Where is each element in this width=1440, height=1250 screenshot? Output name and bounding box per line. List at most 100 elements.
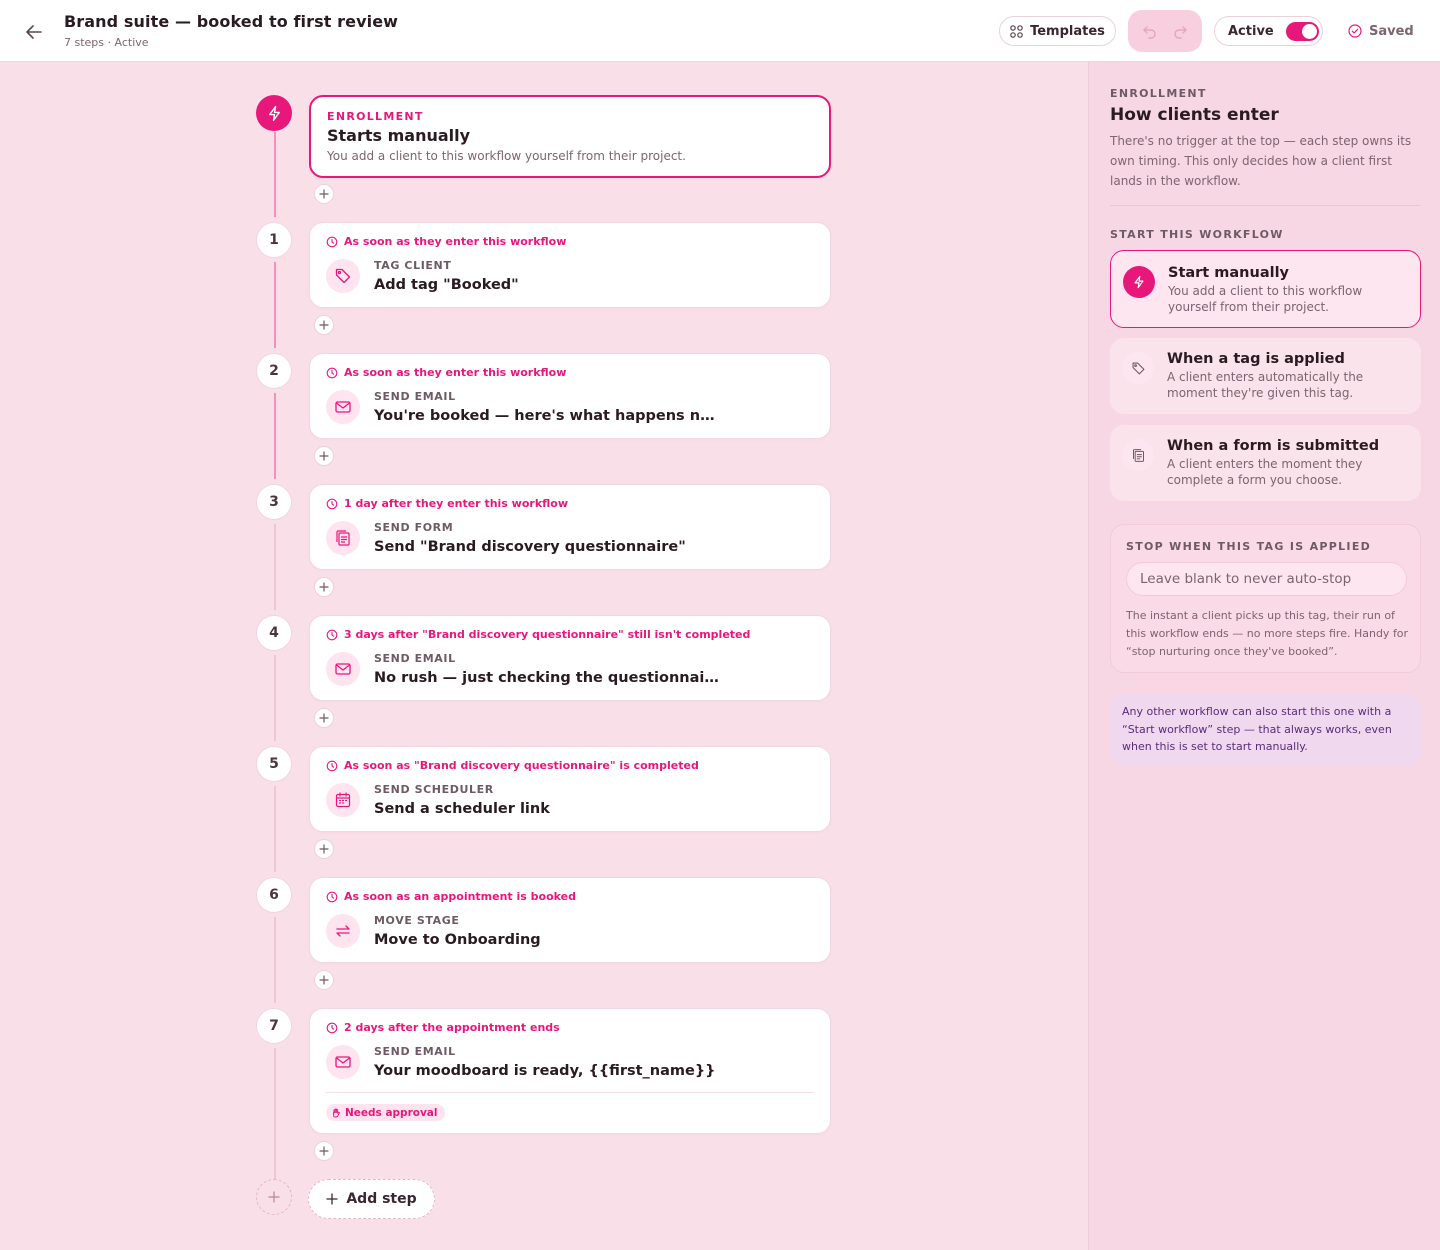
step-timing-text: As soon as an appointment is booked [344,890,577,903]
insert-step-button[interactable] [314,184,334,204]
step-kind: MOVE STAGE [374,914,460,927]
mail-icon [326,390,360,424]
step-title: Your moodboard is ready, {{first_name}} [374,1063,716,1079]
step-card[interactable]: As soon as they enter this workflow SEND… [309,353,831,439]
insert-step-button[interactable] [314,315,334,335]
panel-divider [1110,205,1420,206]
option-tag-applied[interactable]: When a tag is applied A client enters au… [1110,338,1421,414]
rail-segment [274,524,276,610]
top-bar: Brand suite — booked to first review 7 s… [0,0,1440,62]
step-timing-text: As soon as they enter this workflow [344,366,567,379]
card-divider [326,1092,814,1093]
page-subtitle: 7 steps · Active [64,36,149,49]
tag-icon [1122,352,1154,384]
step-number: 2 [256,353,292,389]
clock-icon [326,760,338,772]
clock-icon [326,367,338,379]
step-timing: 2 days after the appointment ends [326,1021,560,1034]
back-arrow-icon[interactable] [22,20,46,44]
step-timing: 3 days after "Brand discovery questionna… [326,628,750,641]
enrollment-card[interactable]: ENROLLMENT Starts manually You add a cli… [309,95,831,178]
stop-tag-desc: The instant a client picks up this tag, … [1126,609,1409,658]
page-title: Brand suite — booked to first review [64,12,399,31]
enrollment-kind: ENROLLMENT [327,110,424,123]
step-kind: SEND EMAIL [374,390,456,403]
add-step-node[interactable] [256,1179,292,1215]
redo-icon[interactable] [1172,23,1188,39]
step-card[interactable]: 3 days after "Brand discovery questionna… [309,615,831,701]
step-timing: As soon as they enter this workflow [326,366,566,379]
insert-step-button[interactable] [314,446,334,466]
step-card[interactable]: As soon as they enter this workflow TAG … [309,222,831,308]
stop-tag-input[interactable] [1126,562,1407,596]
lightning-icon [266,105,283,122]
step-number: 5 [256,746,292,782]
option-start-manually[interactable]: Start manually You add a client to this … [1110,250,1421,328]
step-title: You're booked — here's what happens next [374,408,719,424]
calendar-icon [326,783,360,817]
step-card[interactable]: As soon as an appointment is booked MOVE… [309,877,831,963]
stop-tag-section: STOP WHEN THIS TAG IS APPLIED The instan… [1110,524,1421,673]
hand-icon [331,1108,341,1118]
enrollment-title: Starts manually [327,126,471,145]
rail-segment [274,655,276,741]
rail-segment [274,786,276,872]
undo-icon[interactable] [1142,23,1158,39]
step-kind: SEND SCHEDULER [374,783,494,796]
enrollment-panel: ENROLLMENT How clients enter There's no … [1088,62,1440,1250]
insert-step-button[interactable] [314,839,334,859]
step-card[interactable]: As soon as "Brand discovery questionnair… [309,746,831,832]
saved-label: Saved [1369,23,1414,39]
step-timing-text: 1 day after they enter this workflow [344,497,569,510]
check-circle-icon [1348,24,1362,38]
templates-button[interactable]: Templates [999,16,1116,46]
swap-arrows-icon [326,914,360,948]
step-card[interactable]: 2 days after the appointment ends SEND E… [309,1008,831,1134]
step-timing: As soon as an appointment is booked [326,890,576,903]
step-kind: SEND FORM [374,521,454,534]
mail-icon [326,1045,360,1079]
option-desc: A client enters automatically the moment… [1167,370,1364,400]
step-title: Send "Brand discovery questionnaire" [374,539,686,555]
rail-segment [274,262,276,348]
rail-segment [274,393,276,479]
insert-step-button[interactable] [314,1141,334,1161]
panel-desc: There's no trigger at the top — each ste… [1110,134,1412,188]
stop-section-label: STOP WHEN THIS TAG IS APPLIED [1126,540,1372,553]
panel-label: ENROLLMENT [1110,87,1207,100]
form-icon [1122,439,1154,471]
enrollment-desc: You add a client to this workflow yourse… [327,149,686,163]
step-title: No rush — just checking the questionnair… [374,670,719,686]
needs-approval-label: Needs approval [345,1106,438,1119]
step-timing-text: As soon as "Brand discovery questionnair… [344,759,699,772]
form-icon [326,521,360,555]
step-timing-text: As soon as they enter this workflow [344,235,567,248]
step-number: 3 [256,484,292,520]
undo-redo-group [1128,10,1202,52]
option-form-submitted[interactable]: When a form is submitted A client enters… [1110,425,1421,501]
step-title: Move to Onboarding [374,932,541,948]
insert-step-button[interactable] [314,970,334,990]
step-kind: SEND EMAIL [374,652,456,665]
insert-step-button[interactable] [314,708,334,728]
info-note: Any other workflow can also start this o… [1110,694,1421,766]
grid-icon [1010,24,1023,38]
step-number: 1 [256,222,292,258]
add-step-button[interactable]: Add step [308,1179,435,1219]
option-title: Start manually [1168,265,1290,281]
tag-icon [326,259,360,293]
step-title: Send a scheduler link [374,801,550,817]
lightning-icon [1123,266,1155,298]
clock-icon [326,629,338,641]
clock-icon [326,1022,338,1034]
option-title: When a form is submitted [1167,438,1380,454]
insert-step-button[interactable] [314,577,334,597]
add-step-label: Add step [346,1191,417,1207]
mail-icon [326,652,360,686]
active-toggle-group: Active [1214,16,1323,46]
active-toggle[interactable] [1285,21,1319,41]
rail-segment [274,1048,276,1179]
rail-segment [274,917,276,1003]
step-card[interactable]: 1 day after they enter this workflow SEN… [309,484,831,570]
step-timing: 1 day after they enter this workflow [326,497,568,510]
